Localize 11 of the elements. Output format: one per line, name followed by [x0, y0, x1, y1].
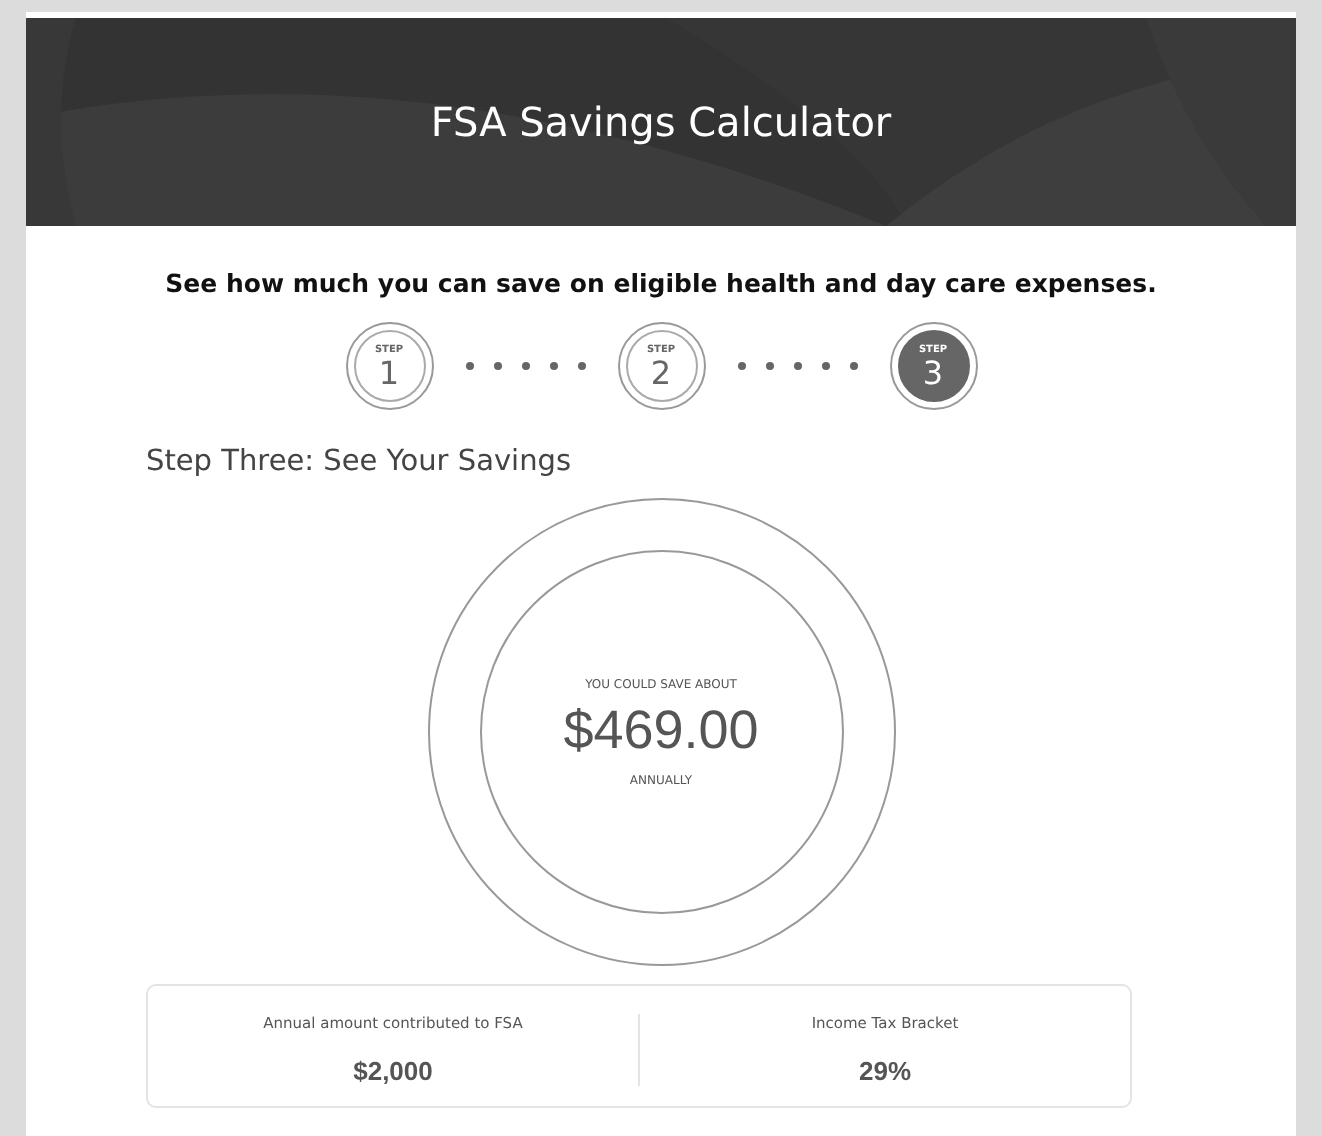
savings-amount: $469.00: [563, 699, 759, 761]
step-number: 2: [650, 355, 672, 389]
step-number: 1: [378, 355, 400, 389]
summary-value: 29%: [856, 1056, 914, 1086]
section-title: Step Three: See Your Savings: [146, 446, 574, 478]
subtitle: See how much you can save on eligible health and day care expenses.: [163, 268, 1159, 298]
dotted-connector: [737, 362, 857, 370]
summary-value: $2,000: [351, 1056, 435, 1086]
step-number: 3: [922, 355, 944, 389]
page-title: FSA Savings Calculator: [430, 98, 892, 146]
dotted-connector: [465, 362, 585, 370]
